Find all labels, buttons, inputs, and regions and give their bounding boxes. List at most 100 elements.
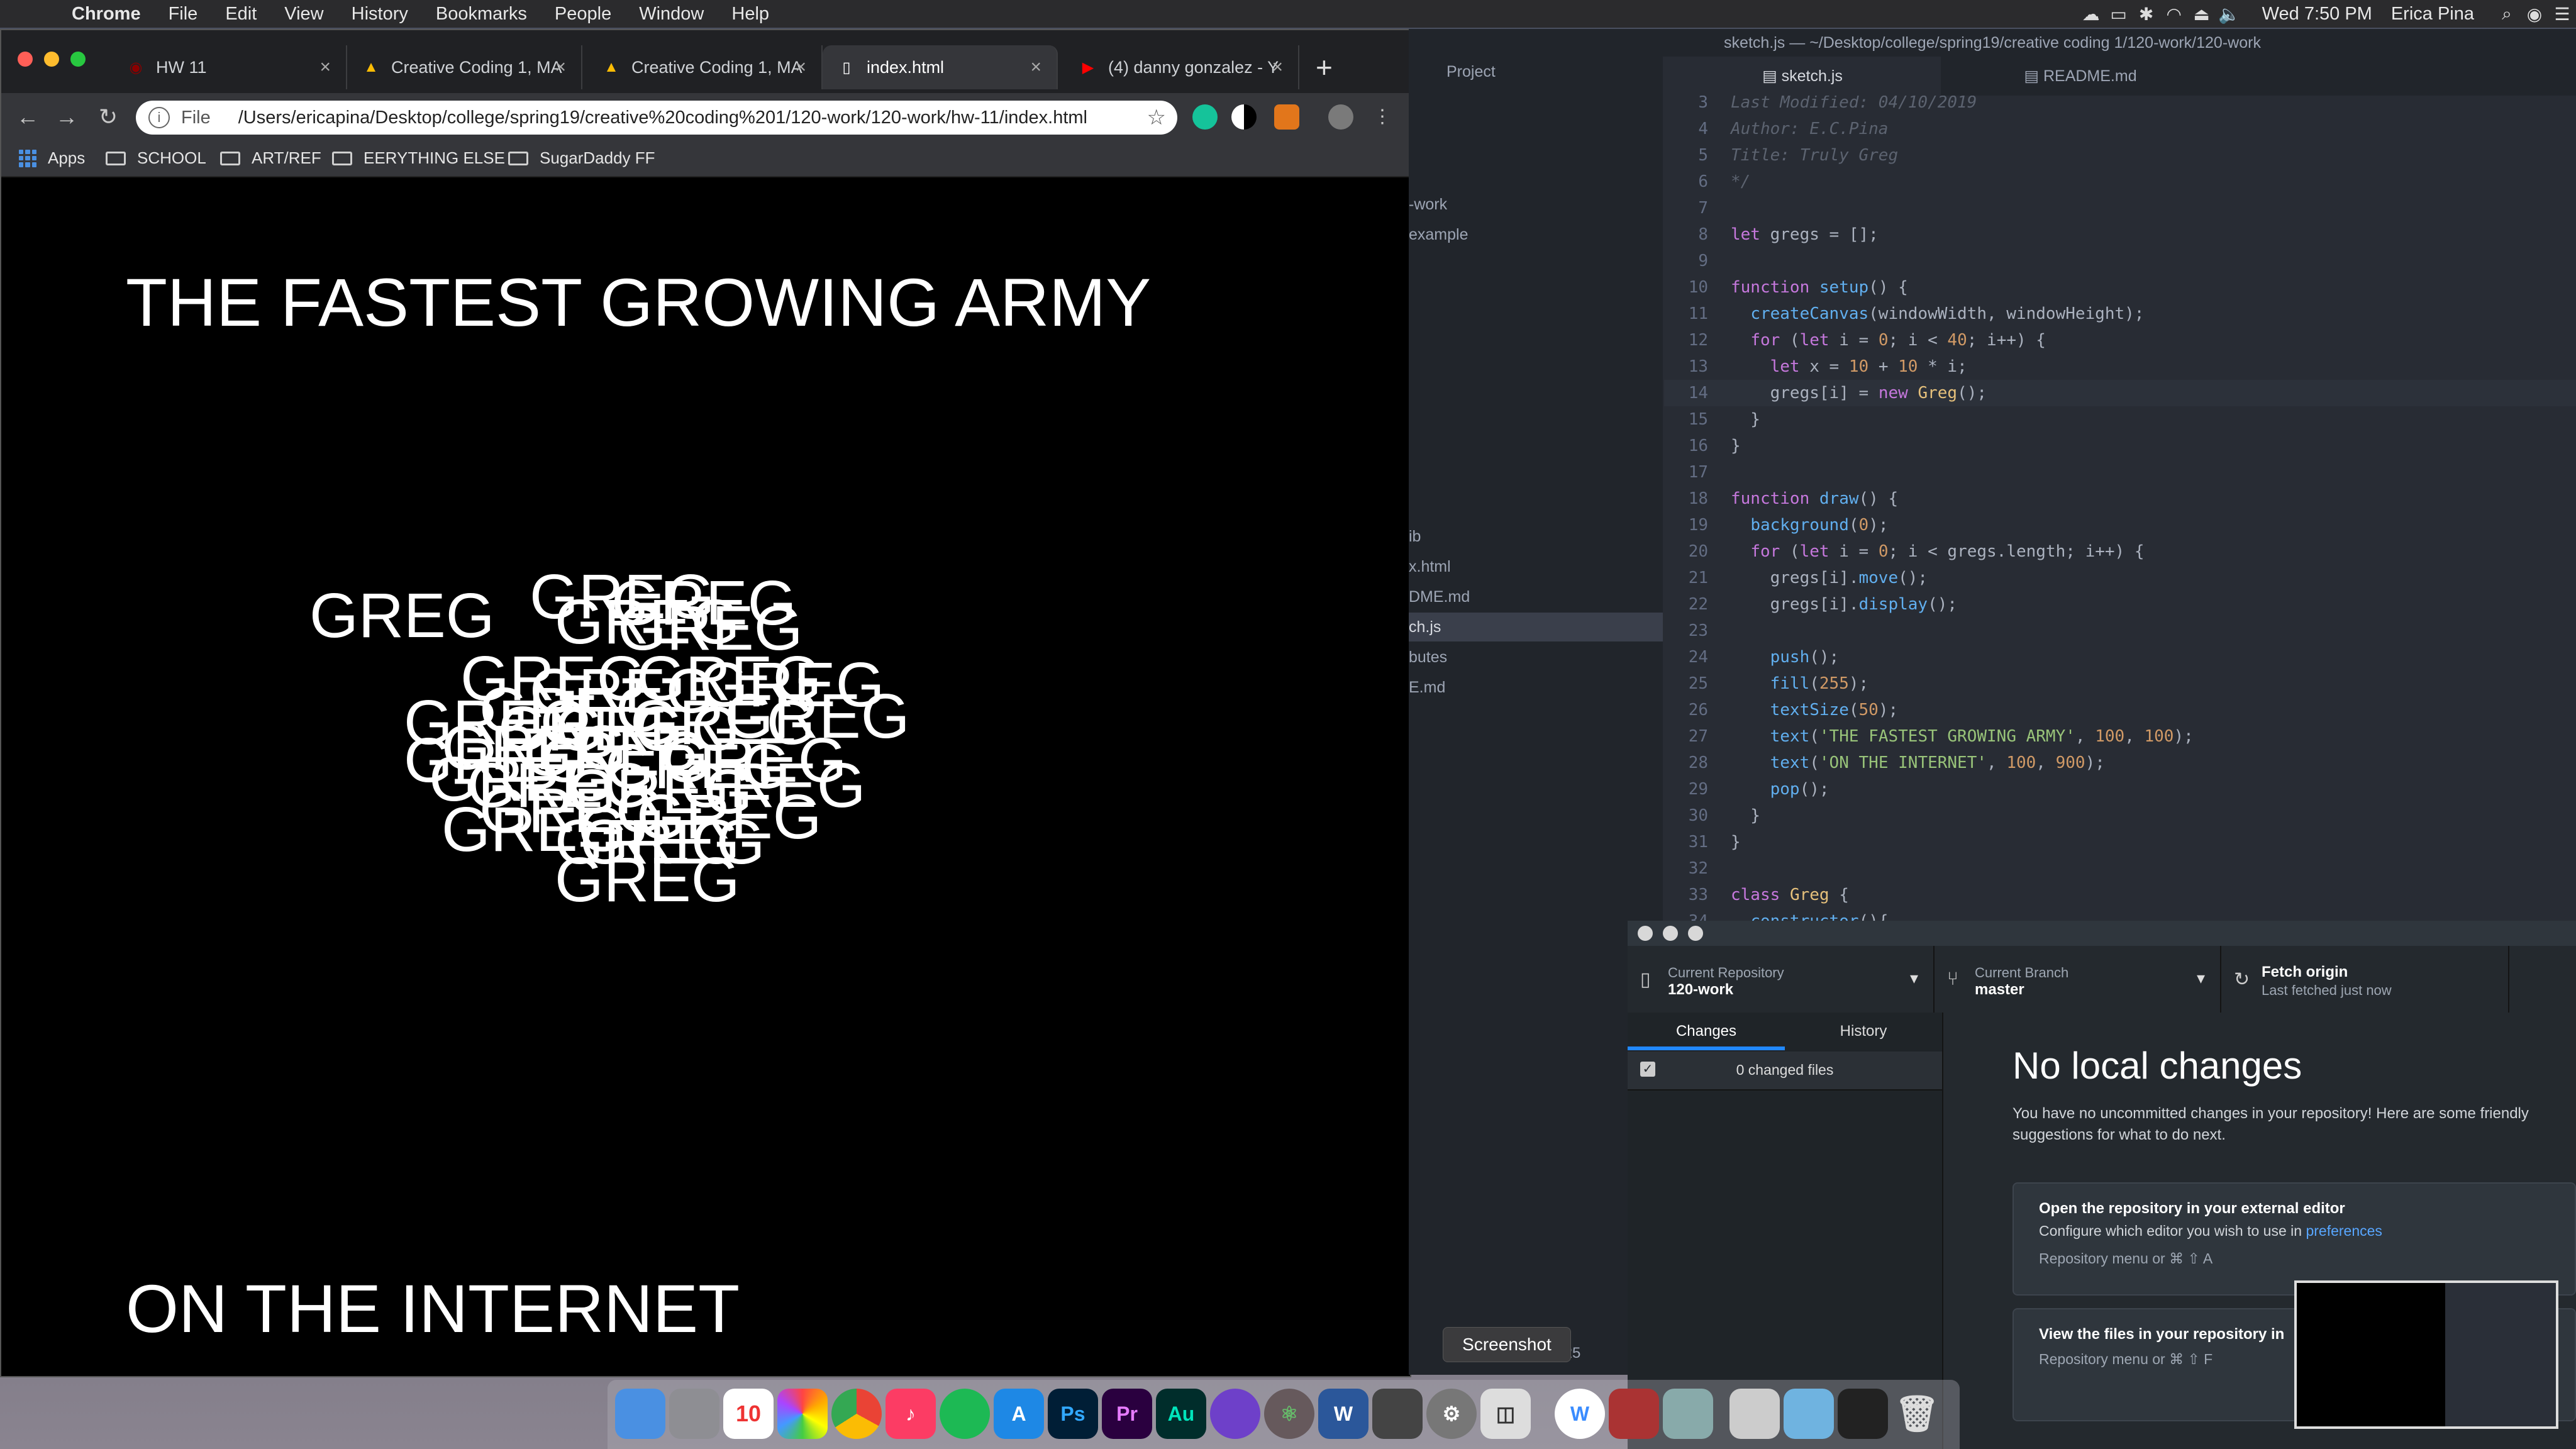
code-editor[interactable]: 3 Last Modified: 04/10/2019 4 Author: E.C.… (1664, 96, 2576, 951)
tree-item-selected[interactable]: ch.js (1409, 613, 1663, 641)
minimize-window-button[interactable] (1663, 926, 1678, 941)
close-icon[interactable]: × (795, 57, 806, 78)
close-window-button[interactable] (1638, 926, 1653, 941)
tree-item[interactable]: -work (1409, 190, 1663, 219)
address-bar[interactable]: i File /Users/ericapina/Desktop/college/… (136, 101, 1177, 135)
fetch-origin-button[interactable]: ↻ Fetch origin Last fetched just now (2221, 946, 2509, 1013)
eject-icon[interactable]: ⏏ (2188, 4, 2216, 25)
zoom-window-button[interactable] (70, 52, 86, 67)
tab-index-html[interactable]: ▯ index.html × (823, 45, 1058, 89)
tab-youtube[interactable]: ▶ (4) danny gonzalez - Y × (1064, 45, 1299, 89)
documents-stack-icon[interactable] (1729, 1389, 1780, 1439)
reader-app-icon[interactable] (1372, 1389, 1423, 1439)
metamask-extension-icon[interactable] (1274, 104, 1299, 130)
editor-tab-readme[interactable]: ▤ README.md (1942, 57, 2219, 96)
bluetooth-icon[interactable]: ✱ (2133, 4, 2160, 25)
screenshot-thumbnail[interactable] (2294, 1280, 2558, 1429)
tab-hw11[interactable]: ◉ HW 11 × (112, 45, 347, 89)
menu-clock[interactable]: Wed 7:50 PM (2262, 4, 2372, 25)
current-repository-button[interactable]: ▯ Current Repository 120-work ▾ (1628, 946, 1935, 1013)
menu-bookmarks[interactable]: Bookmarks (436, 4, 527, 25)
photoshop-icon[interactable]: Ps (1048, 1389, 1098, 1439)
spotify-icon[interactable] (940, 1389, 990, 1439)
calendar-icon[interactable]: 10 (723, 1389, 774, 1439)
close-icon[interactable]: × (555, 57, 566, 78)
siri-icon[interactable]: ◉ (2521, 4, 2548, 25)
screenshot-stack-icon[interactable] (1838, 1389, 1888, 1439)
chrome-icon[interactable] (831, 1389, 882, 1439)
tree-item[interactable]: DME.md (1409, 582, 1663, 611)
launchpad-icon[interactable] (669, 1389, 719, 1439)
notification-center-icon[interactable]: ☰ (2548, 4, 2576, 25)
itunes-icon[interactable]: ♪ (886, 1389, 936, 1439)
creative-cloud-icon[interactable]: ☁ (2077, 4, 2105, 25)
atom-icon[interactable]: ⚛ (1264, 1389, 1314, 1439)
word-icon[interactable]: W (1318, 1389, 1368, 1439)
back-arrow-icon[interactable]: ← (13, 102, 43, 132)
dark-reader-extension-icon[interactable] (1231, 104, 1257, 130)
bookmark-school[interactable]: SCHOOL (106, 148, 206, 168)
wifi-icon[interactable]: ◠ (2160, 4, 2188, 25)
menu-user[interactable]: Erica Pina (2391, 4, 2474, 25)
bookmark-apps[interactable]: Apps (19, 148, 85, 168)
spotlight-search-icon[interactable]: ⌕ (2493, 4, 2521, 25)
editor-tab-sketch-js[interactable]: ▤ sketch.js (1664, 57, 1941, 96)
zoom-window-button[interactable] (1688, 926, 1703, 941)
airplay-icon[interactable]: ▭ (2105, 4, 2133, 25)
trash-icon[interactable]: 🗑 (1892, 1389, 1942, 1439)
premiere-icon[interactable]: Pr (1102, 1389, 1152, 1439)
menu-help[interactable]: Help (731, 4, 769, 25)
forward-arrow-icon[interactable]: → (52, 102, 82, 132)
menu-app-name[interactable]: Chrome (72, 4, 141, 25)
photos-icon[interactable] (777, 1389, 828, 1439)
close-window-button[interactable] (18, 52, 33, 67)
close-icon[interactable]: × (319, 57, 331, 78)
tab-creative-coding-2[interactable]: ▲ Creative Coding 1, MA × (587, 45, 823, 89)
photo-booth-icon[interactable] (1609, 1389, 1659, 1439)
preferences-link[interactable]: preferences (2306, 1223, 2382, 1239)
sync-icon: ↻ (2234, 969, 2250, 990)
close-icon[interactable]: × (1030, 57, 1041, 78)
page-viewport[interactable]: THE FASTEST GROWING ARMY ON THE INTERNET… (1, 177, 1410, 1375)
reload-icon[interactable]: ↻ (93, 102, 123, 132)
applications-folder-icon[interactable] (1784, 1389, 1834, 1439)
menu-history[interactable]: History (352, 4, 408, 25)
tree-item[interactable]: butes (1409, 643, 1663, 672)
menu-edit[interactable]: Edit (225, 4, 257, 25)
tree-item[interactable]: E.md (1409, 673, 1663, 702)
menu-people[interactable]: People (555, 4, 611, 25)
tree-item[interactable]: x.html (1409, 552, 1663, 581)
wunderlist-icon[interactable]: W (1555, 1389, 1605, 1439)
app-store-icon[interactable]: A (994, 1389, 1044, 1439)
preview-icon[interactable] (1663, 1389, 1713, 1439)
url-text[interactable]: /Users/ericapina/Desktop/college/spring1… (238, 108, 1087, 128)
chrome-menu-icon[interactable]: ⋮ (1367, 102, 1397, 132)
code-line: 32 (1688, 859, 1708, 878)
open-in-editor-card[interactable]: Open the repository in your external edi… (2012, 1182, 2576, 1296)
bookmark-star-icon[interactable]: ☆ (1147, 105, 1166, 130)
audition-icon[interactable]: Au (1156, 1389, 1206, 1439)
grammarly-extension-icon[interactable] (1192, 104, 1218, 130)
tree-item[interactable]: example (1409, 220, 1663, 249)
finder-icon[interactable] (615, 1389, 665, 1439)
github-desktop-icon[interactable] (1210, 1389, 1260, 1439)
volume-icon[interactable]: 🔈 (2216, 4, 2243, 25)
menu-window[interactable]: Window (639, 4, 704, 25)
new-tab-button[interactable]: + (1316, 50, 1333, 84)
tab-creative-coding-1[interactable]: ▲ Creative Coding 1, MA × (347, 45, 582, 89)
tab-changes[interactable]: Changes (1628, 1013, 1785, 1050)
menu-view[interactable]: View (284, 4, 323, 25)
current-branch-button[interactable]: ⑂ Current Branch master ▾ (1935, 946, 2221, 1013)
minimize-window-button[interactable] (44, 52, 59, 67)
bookmark-art-ref[interactable]: ART/REF (220, 148, 321, 168)
tree-item[interactable]: ib (1409, 522, 1663, 551)
tab-history[interactable]: History (1785, 1013, 1942, 1050)
site-info-icon[interactable]: i (148, 107, 170, 128)
close-icon[interactable]: × (1272, 57, 1283, 78)
profile-avatar[interactable] (1328, 104, 1353, 130)
system-preferences-icon[interactable]: ⚙ (1426, 1389, 1477, 1439)
screenshot-icon[interactable]: ◫ (1480, 1389, 1531, 1439)
bookmark-eerything-else[interactable]: EERYTHING ELSE (332, 148, 505, 168)
menu-file[interactable]: File (169, 4, 198, 25)
bookmark-sugardaddy-ff[interactable]: SugarDaddy FF (508, 148, 655, 168)
